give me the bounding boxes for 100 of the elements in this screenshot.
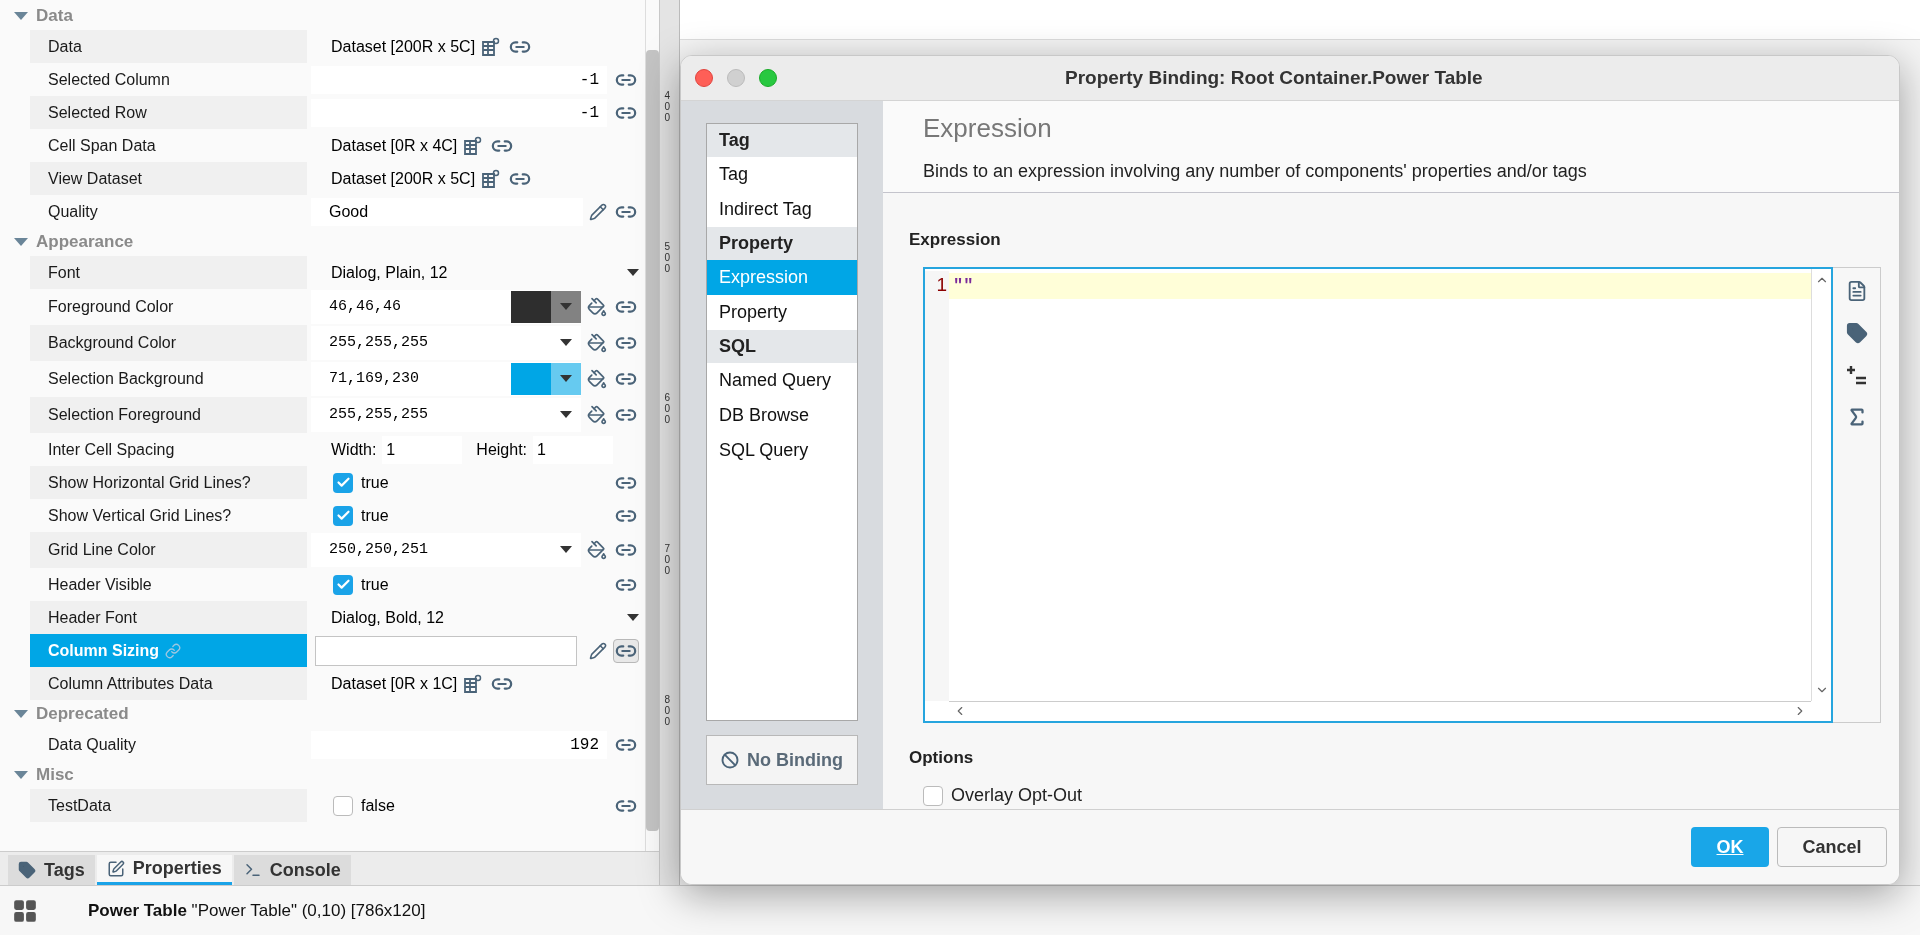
scrollbar[interactable] xyxy=(645,0,659,851)
paint-bucket-icon[interactable] xyxy=(587,333,607,353)
color-swatch[interactable] xyxy=(511,363,551,395)
expand-triangle-icon[interactable] xyxy=(14,709,28,719)
property-name[interactable]: Data xyxy=(30,30,307,63)
property-input-field[interactable] xyxy=(315,635,577,666)
property-name[interactable]: Selection Foreground xyxy=(30,397,307,433)
height-field[interactable]: 1 xyxy=(533,435,614,464)
checkbox[interactable] xyxy=(923,785,943,806)
table-search-icon[interactable] xyxy=(481,168,502,189)
dropdown-caret-icon[interactable] xyxy=(627,613,639,622)
grid-icon[interactable] xyxy=(12,897,38,924)
terminal-icon xyxy=(243,861,262,879)
property-value[interactable]: -1 xyxy=(311,98,607,127)
property-name[interactable]: Header Font xyxy=(30,601,307,634)
property-value[interactable]: Dialog, Plain, 12 xyxy=(331,260,621,285)
width-field[interactable]: 1 xyxy=(382,435,463,464)
binding-type-item[interactable]: SQL Query xyxy=(707,433,857,468)
binding-type-item[interactable]: Property xyxy=(707,295,857,330)
property-name[interactable]: Selected Column xyxy=(30,63,307,96)
check-icon xyxy=(335,577,351,592)
color-field[interactable]: 71,169,230 xyxy=(311,362,581,396)
section-heading: Expression xyxy=(923,111,1053,145)
property-value: Dataset [0R x 1C] xyxy=(331,673,458,694)
color-field[interactable]: 255,255,255 xyxy=(311,326,581,360)
table-search-icon[interactable] xyxy=(463,673,484,694)
color-value: 250,250,251 xyxy=(329,539,430,560)
panel-tab[interactable]: Tags xyxy=(8,855,95,885)
expression-editor[interactable]: 1 "" xyxy=(923,266,1833,723)
expand-triangle-icon[interactable] xyxy=(14,770,28,780)
paint-bucket-icon[interactable] xyxy=(587,297,607,317)
checkbox-label: true xyxy=(361,574,389,595)
paint-bucket-icon[interactable] xyxy=(587,405,607,425)
dropdown-caret-icon[interactable] xyxy=(627,268,639,277)
checkbox[interactable] xyxy=(333,472,353,493)
color-field[interactable]: 250,250,251 xyxy=(311,533,581,567)
property-name[interactable]: Font xyxy=(30,256,307,289)
checkbox[interactable] xyxy=(333,795,353,816)
color-field[interactable]: 46,46,46 xyxy=(311,290,581,324)
checkbox[interactable] xyxy=(333,574,353,595)
table-search-icon[interactable] xyxy=(463,135,484,156)
expand-triangle-icon[interactable] xyxy=(14,11,28,21)
color-field[interactable]: 255,255,255 xyxy=(311,398,581,432)
paint-bucket-icon[interactable] xyxy=(587,540,607,560)
width-label: Width: xyxy=(331,439,377,460)
check-icon xyxy=(335,508,351,523)
property-name[interactable]: Background Color xyxy=(30,325,307,361)
property-value[interactable]: -1 xyxy=(311,65,607,94)
property-name[interactable]: Inter Cell Spacing xyxy=(30,433,307,466)
property-name[interactable]: Quality xyxy=(30,195,307,228)
cancel-button[interactable]: Cancel xyxy=(1777,827,1887,867)
dropdown-caret-icon[interactable] xyxy=(560,546,572,554)
line-number: 1 xyxy=(925,271,949,300)
table-search-icon[interactable] xyxy=(481,36,502,57)
tag-icon[interactable] xyxy=(1845,321,1868,344)
property-value[interactable]: 192 xyxy=(311,730,607,759)
checkbox[interactable] xyxy=(333,505,353,526)
dropdown-caret-icon[interactable] xyxy=(560,339,572,347)
ban-icon xyxy=(721,751,739,769)
paint-bucket-icon[interactable] xyxy=(587,369,607,389)
property-name[interactable]: Selected Row xyxy=(30,96,307,129)
panel-tab[interactable]: Console xyxy=(233,855,351,885)
property-value[interactable]: Dialog, Bold, 12 xyxy=(331,605,621,630)
ruler-label: 500 xyxy=(664,241,672,274)
property-value: Dataset [200R x 5C] xyxy=(331,168,476,189)
property-name[interactable]: Column Attributes Data xyxy=(30,667,307,700)
close-button[interactable] xyxy=(695,69,713,87)
binding-type-item[interactable]: Named Query xyxy=(707,363,857,398)
property-name[interactable]: Show Vertical Grid Lines? xyxy=(30,499,307,532)
dropdown-caret-icon[interactable] xyxy=(560,375,572,383)
property-value: Dataset [0R x 4C] xyxy=(331,135,458,156)
property-name[interactable]: TestData xyxy=(30,789,307,822)
panel-tab[interactable]: Properties xyxy=(96,855,232,885)
binding-link-icon[interactable] xyxy=(613,638,639,663)
checkbox-label: true xyxy=(361,472,389,493)
plus-equals-icon[interactable] xyxy=(1845,363,1868,386)
binding-type-item[interactable]: Tag xyxy=(707,157,857,192)
checkbox-label: true xyxy=(361,505,389,526)
property-name[interactable]: Selection Background xyxy=(30,361,307,397)
color-value: 71,169,230 xyxy=(329,368,420,389)
property-name[interactable]: Data Quality xyxy=(30,728,307,761)
pencil-icon[interactable] xyxy=(589,641,607,660)
pencil-icon[interactable] xyxy=(589,202,607,221)
color-swatch[interactable] xyxy=(511,291,551,323)
expand-triangle-icon[interactable] xyxy=(14,237,28,247)
color-value: 46,46,46 xyxy=(329,296,402,317)
property-name[interactable]: Show Horizontal Grid Lines? xyxy=(30,466,307,499)
property-name[interactable]: Cell Span Data xyxy=(30,129,307,162)
description: Binds to an expression involving any number of components' properties and/or tags xyxy=(923,159,1588,183)
color-value: 255,255,255 xyxy=(329,404,430,425)
property-name[interactable]: View Dataset xyxy=(30,162,307,195)
dropdown-caret-icon[interactable] xyxy=(560,411,572,419)
no-binding-button[interactable]: No Binding xyxy=(706,735,858,785)
property-value[interactable]: Good xyxy=(311,197,583,226)
property-name[interactable]: Header Visible xyxy=(30,568,307,601)
options-label: Options xyxy=(909,746,974,769)
binding-type-item[interactable]: DB Browse xyxy=(707,398,857,433)
property-name[interactable]: Grid Line Color xyxy=(30,532,307,568)
property-name[interactable]: Foreground Color xyxy=(30,289,307,325)
binding-type-item[interactable]: Indirect Tag xyxy=(707,192,857,227)
